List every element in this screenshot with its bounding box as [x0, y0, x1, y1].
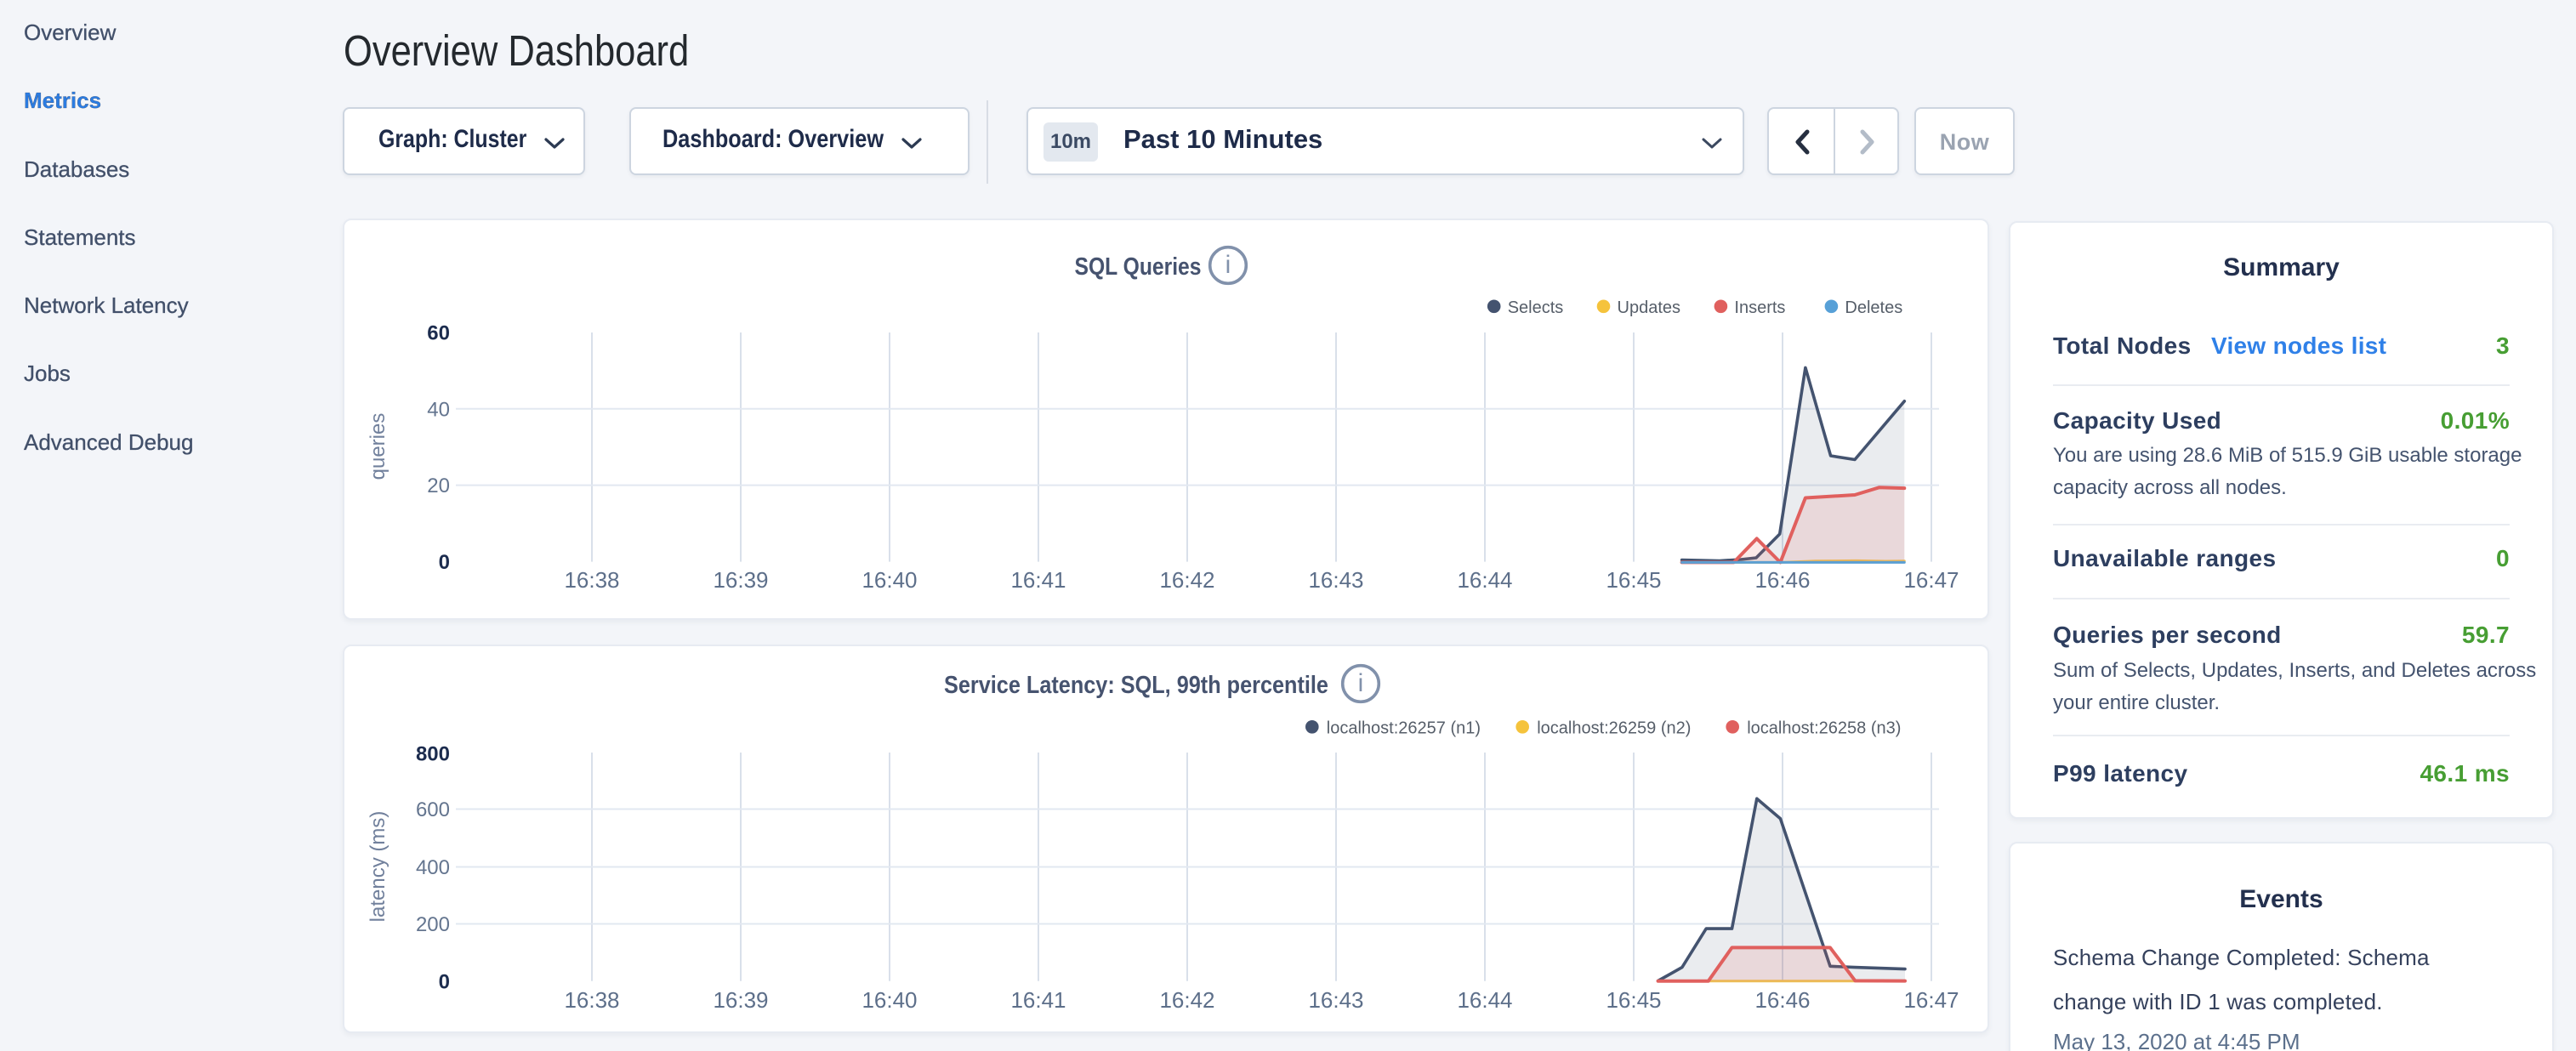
svg-text:40: 40: [427, 398, 450, 421]
svg-text:16:47: 16:47: [1903, 567, 1959, 593]
svg-text:16:39: 16:39: [713, 567, 768, 593]
svg-text:600: 600: [416, 798, 450, 821]
svg-text:Deletes: Deletes: [1845, 298, 1902, 317]
svg-text:16:42: 16:42: [1159, 567, 1214, 593]
svg-text:16:39: 16:39: [713, 987, 768, 1013]
svg-text:800: 800: [416, 743, 450, 766]
svg-text:16:40: 16:40: [862, 567, 917, 593]
svg-text:i: i: [1358, 669, 1364, 697]
svg-text:16:46: 16:46: [1754, 987, 1810, 1013]
svg-text:16:44: 16:44: [1457, 987, 1512, 1013]
svg-text:16:45: 16:45: [1606, 987, 1661, 1013]
svg-text:SQL Queries: SQL Queries: [1075, 253, 1202, 280]
svg-text:0: 0: [439, 551, 450, 574]
svg-text:0: 0: [439, 971, 450, 994]
svg-text:i: i: [1225, 251, 1231, 279]
svg-text:16:40: 16:40: [862, 987, 917, 1013]
svg-text:16:47: 16:47: [1903, 987, 1959, 1013]
svg-text:localhost:26259 (n2): localhost:26259 (n2): [1537, 719, 1691, 737]
svg-text:60: 60: [427, 322, 450, 345]
svg-text:Inserts: Inserts: [1734, 298, 1785, 317]
svg-text:16:43: 16:43: [1308, 987, 1363, 1013]
svg-text:16:43: 16:43: [1308, 567, 1363, 593]
svg-text:16:46: 16:46: [1754, 567, 1810, 593]
svg-text:20: 20: [427, 474, 450, 497]
svg-text:16:41: 16:41: [1010, 567, 1066, 593]
svg-text:Updates: Updates: [1618, 298, 1681, 317]
svg-text:16:41: 16:41: [1010, 987, 1066, 1013]
svg-text:Service Latency: SQL, 99th per: Service Latency: SQL, 99th percentile: [944, 670, 1328, 698]
svg-text:16:38: 16:38: [564, 567, 619, 593]
svg-text:latency (ms): latency (ms): [367, 811, 390, 923]
svg-text:16:42: 16:42: [1159, 987, 1214, 1013]
svg-text:localhost:26257 (n1): localhost:26257 (n1): [1327, 719, 1481, 737]
svg-text:16:44: 16:44: [1457, 567, 1512, 593]
svg-text:200: 200: [416, 913, 450, 936]
svg-text:16:38: 16:38: [564, 987, 619, 1013]
svg-text:400: 400: [416, 856, 450, 879]
svg-text:queries: queries: [367, 413, 390, 480]
svg-text:localhost:26258 (n3): localhost:26258 (n3): [1747, 719, 1901, 737]
svg-text:16:45: 16:45: [1606, 567, 1661, 593]
svg-text:Selects: Selects: [1508, 298, 1564, 317]
